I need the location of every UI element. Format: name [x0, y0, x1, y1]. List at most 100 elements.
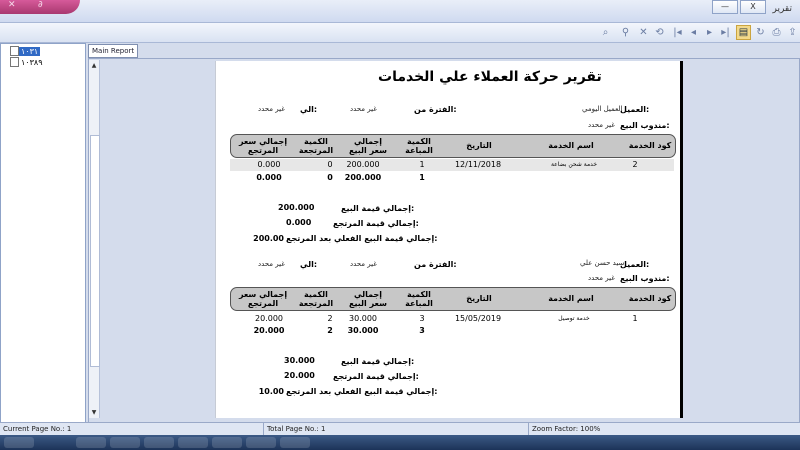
summary-total-sales-label: إجمالي قيمة البيع:	[341, 204, 415, 213]
summary-total-sales-label: إجمالي قيمة البيع:	[341, 357, 415, 366]
tab-main-report[interactable]: Main Report	[88, 44, 139, 58]
zoom-status: Zoom Factor: 100%	[532, 425, 601, 433]
summary-total-sales-value: 200.000	[278, 203, 315, 212]
col-qty-sold: الكمية المباعة	[405, 137, 433, 155]
customer-label: العميل:	[620, 260, 650, 269]
quick-access-bar: ✕ ∂	[0, 0, 80, 14]
salesman-label: مندوب البيع:	[620, 274, 670, 283]
total-qty-sold: 3	[419, 326, 425, 335]
summary-total-returns-value: 0.000	[286, 218, 312, 227]
search-text-icon[interactable]: ⌕	[598, 25, 613, 40]
report-toolbar: ⌕ ⚲ ✕ ⟲ |◂ ◂ ▸ ▸| ▤ ↻ ⎙ ⇪	[0, 23, 800, 43]
row-total-return: 0.000	[257, 160, 281, 169]
group-tree-panel[interactable]: ١٠٣١ ١٠٣٨٩	[0, 43, 86, 423]
row-name: خدمة شحن بضاعة	[550, 161, 598, 168]
os-taskbar	[0, 435, 800, 450]
period-from-label: الفترة من:	[414, 105, 457, 114]
report-title: تقرير حركة العملاء علي الخدمات	[378, 69, 602, 85]
col-total-return: إجمالي سعر المرتجع	[238, 137, 288, 155]
taskbar-app-button[interactable]	[110, 437, 140, 448]
col-qty-returned: الكمية المرتجعة	[298, 290, 334, 308]
current-page-status: Current Page No.: 1	[3, 425, 72, 433]
scroll-up-icon[interactable]: ▲	[89, 61, 99, 71]
tree-item[interactable]: ١٠٣٨٩	[7, 57, 44, 67]
first-page-icon[interactable]: |◂	[670, 25, 685, 40]
taskbar-app-button[interactable]	[144, 437, 174, 448]
start-button[interactable]	[4, 437, 34, 448]
row-code: 2	[632, 160, 638, 169]
close-button[interactable]: X	[740, 0, 766, 14]
cancel-icon[interactable]: ✕	[636, 25, 651, 40]
summary-total-returns-label: إجمالي قيمة المرتجع:	[333, 372, 419, 381]
customer-value: سيد حسن علي	[580, 259, 625, 267]
row-qty-returned: 2	[327, 314, 333, 323]
total-qty-returned: 0	[327, 173, 333, 182]
period-from-value: غير محدد	[350, 260, 377, 268]
scroll-thumb[interactable]	[90, 135, 100, 367]
total-qty-sold: 1	[419, 173, 425, 182]
status-divider	[263, 423, 264, 435]
refresh-icon[interactable]: ↻	[753, 25, 768, 40]
col-total-return: إجمالي سعر المرتجع	[238, 290, 288, 308]
col-code: كود الخدمة	[628, 141, 672, 150]
period-to-label: الي:	[300, 105, 318, 114]
taskbar-app-button[interactable]	[76, 437, 106, 448]
row-date: 15/05/2019	[454, 314, 502, 323]
print-icon[interactable]: ⎙	[769, 25, 784, 40]
row-name: خدمة توصيل	[558, 315, 590, 322]
export-icon[interactable]: ⇪	[785, 25, 800, 40]
next-page-icon[interactable]: ▸	[702, 25, 717, 40]
period-to-label: الي:	[300, 260, 318, 269]
summary-total-returns-label: إجمالي قيمة المرتجع:	[333, 219, 419, 228]
customer-label: العميل:	[620, 105, 650, 114]
summary-net-sales-value: 10.00	[258, 387, 284, 396]
col-total-sale: إجمالي سعر البيع	[349, 137, 387, 155]
status-divider	[528, 423, 529, 435]
last-page-icon[interactable]: ▸|	[718, 25, 733, 40]
taskbar-app-button[interactable]	[246, 437, 276, 448]
summary-net-sales-value: 200.00	[253, 234, 284, 243]
row-date: 12/11/2018	[454, 160, 502, 169]
previous-page-icon[interactable]: ◂	[686, 25, 701, 40]
page-edge	[680, 61, 683, 418]
window-titlebar: ✕ ∂ — X تقرير	[0, 0, 800, 23]
taskbar-app-button[interactable]	[178, 437, 208, 448]
refresh-small-icon[interactable]: ⟲	[652, 25, 667, 40]
total-sale: 30.000	[347, 326, 379, 335]
salesman-value: غير محدد	[588, 274, 615, 282]
row-total-sale: 30.000	[349, 314, 377, 323]
window-title: تقرير	[772, 4, 793, 14]
customer-value: العميل اليومي	[582, 105, 623, 113]
col-qty-sold: الكمية المباعة	[405, 290, 433, 308]
document-icon	[10, 57, 19, 67]
scroll-down-icon[interactable]: ▼	[89, 408, 99, 418]
total-sale: 200.000	[344, 173, 382, 182]
close-x-icon[interactable]: ✕	[8, 0, 16, 10]
row-qty-returned: 0	[327, 160, 333, 169]
row-total-return: 20.000	[255, 314, 283, 323]
salesman-label: مندوب البيع:	[620, 121, 670, 130]
minimize-button[interactable]: —	[712, 0, 738, 14]
row-qty-sold: 1	[419, 160, 425, 169]
app-logo-icon: ∂	[38, 0, 43, 10]
tree-item[interactable]: ١٠٣١	[7, 46, 41, 56]
col-code: كود الخدمة	[628, 294, 672, 303]
binoculars-icon[interactable]: ⚲	[618, 25, 633, 40]
row-total-sale: 200.000	[346, 160, 380, 169]
col-total-sale: إجمالي سعر البيع	[349, 290, 387, 308]
row-code: 1	[632, 314, 638, 323]
summary-net-sales-label: إجمالي قيمة البيع الفعلي بعد المرتجع:	[286, 387, 438, 396]
taskbar-app-button[interactable]	[212, 437, 242, 448]
total-return: 0.000	[256, 173, 282, 182]
total-qty-returned: 2	[327, 326, 333, 335]
summary-total-returns-value: 20.000	[284, 371, 315, 380]
total-page-status: Total Page No.: 1	[267, 425, 326, 433]
period-to-value: غير محدد	[258, 105, 285, 113]
taskbar-app-button[interactable]	[280, 437, 310, 448]
col-qty-returned: الكمية المرتجعة	[298, 137, 334, 155]
col-date: التاريخ	[466, 294, 492, 303]
vertical-scrollbar[interactable]: ▲ ▼	[89, 60, 100, 418]
col-date: التاريخ	[466, 141, 492, 150]
document-icon	[10, 46, 19, 56]
group-tree-toggle-icon[interactable]: ▤	[736, 25, 751, 40]
